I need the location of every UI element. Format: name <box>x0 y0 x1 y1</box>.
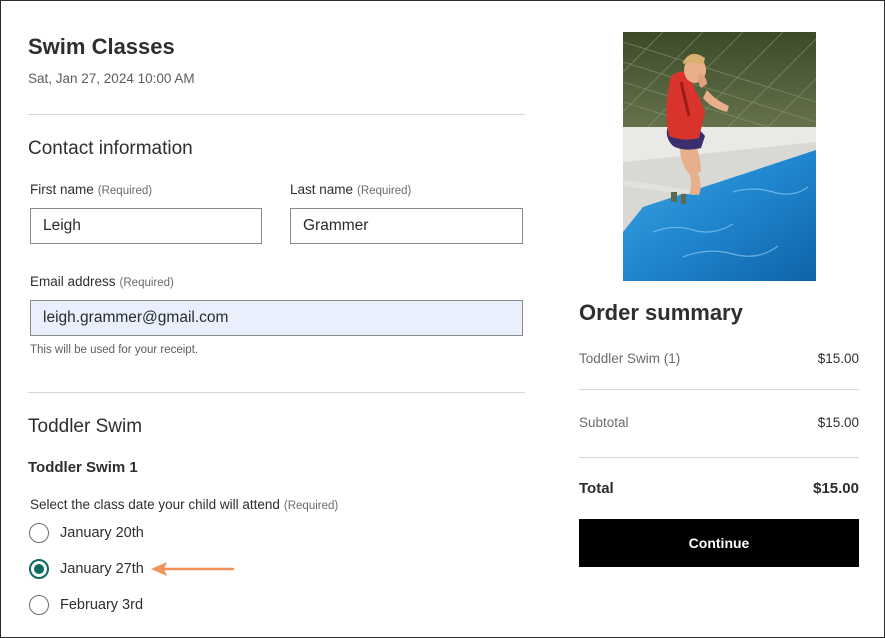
subtotal-row: Subtotal $15.00 <box>579 415 859 430</box>
first-name-label-text: First name <box>30 182 94 197</box>
order-line-item: Toddler Swim (1) $15.00 <box>579 351 859 366</box>
subtotal-label: Subtotal <box>579 415 629 430</box>
continue-button[interactable]: Continue <box>579 519 859 567</box>
class-date-question-text: Select the class date your child will at… <box>30 497 280 512</box>
email-hint: This will be used for your receipt. <box>30 344 199 356</box>
contact-heading: Contact information <box>28 138 193 159</box>
line-item-amount: $15.00 <box>817 351 859 366</box>
total-amount: $15.00 <box>813 480 859 497</box>
subtotal-amount: $15.00 <box>817 415 859 430</box>
radio-label: February 3rd <box>60 597 144 613</box>
radio-label: January 27th <box>60 561 144 577</box>
ticket-item-title: Toddler Swim 1 <box>28 459 138 476</box>
total-row: Total $15.00 <box>579 480 859 497</box>
email-label: Email address (Required) <box>30 274 174 289</box>
first-name-field[interactable]: Leigh <box>30 208 262 244</box>
event-datetime: Sat, Jan 27, 2024 10:00 AM <box>28 71 195 86</box>
required-tag: (Required) <box>283 500 339 512</box>
order-summary-heading: Order summary <box>579 300 743 325</box>
required-tag: (Required) <box>97 185 153 197</box>
required-tag: (Required) <box>357 185 412 197</box>
child-jumping-off-diving-board-icon <box>623 32 816 281</box>
divider <box>579 389 859 390</box>
first-name-label: First name (Required) <box>30 182 152 197</box>
radio-button[interactable] <box>29 595 49 615</box>
last-name-label: Last name (Required) <box>290 182 411 197</box>
ticket-heading: Toddler Swim <box>28 416 143 437</box>
total-label: Total <box>579 480 614 497</box>
divider <box>28 114 525 115</box>
radio-button-selected[interactable] <box>29 559 49 579</box>
class-date-question: Select the class date your child will at… <box>30 497 338 512</box>
checkout-page: Swim Classes Sat, Jan 27, 2024 10:00 AM … <box>0 0 885 638</box>
radio-button[interactable] <box>29 523 49 543</box>
divider <box>28 392 525 393</box>
email-label-text: Email address <box>30 274 116 289</box>
annotation-arrow-icon <box>151 562 235 576</box>
radio-option-january-27th[interactable]: January 27th <box>29 558 144 580</box>
last-name-label-text: Last name <box>290 182 354 197</box>
radio-option-february-3rd[interactable]: February 3rd <box>29 594 143 616</box>
radio-option-january-20th[interactable]: January 20th <box>29 522 144 544</box>
email-field[interactable]: leigh.grammer@gmail.com <box>30 300 523 336</box>
last-name-field[interactable]: Grammer <box>290 208 523 244</box>
line-item-label: Toddler Swim (1) <box>579 351 681 366</box>
event-photo <box>623 32 816 281</box>
divider <box>579 457 859 458</box>
radio-label: January 20th <box>60 525 144 541</box>
page-title: Swim Classes <box>28 34 175 59</box>
required-tag: (Required) <box>119 277 174 289</box>
